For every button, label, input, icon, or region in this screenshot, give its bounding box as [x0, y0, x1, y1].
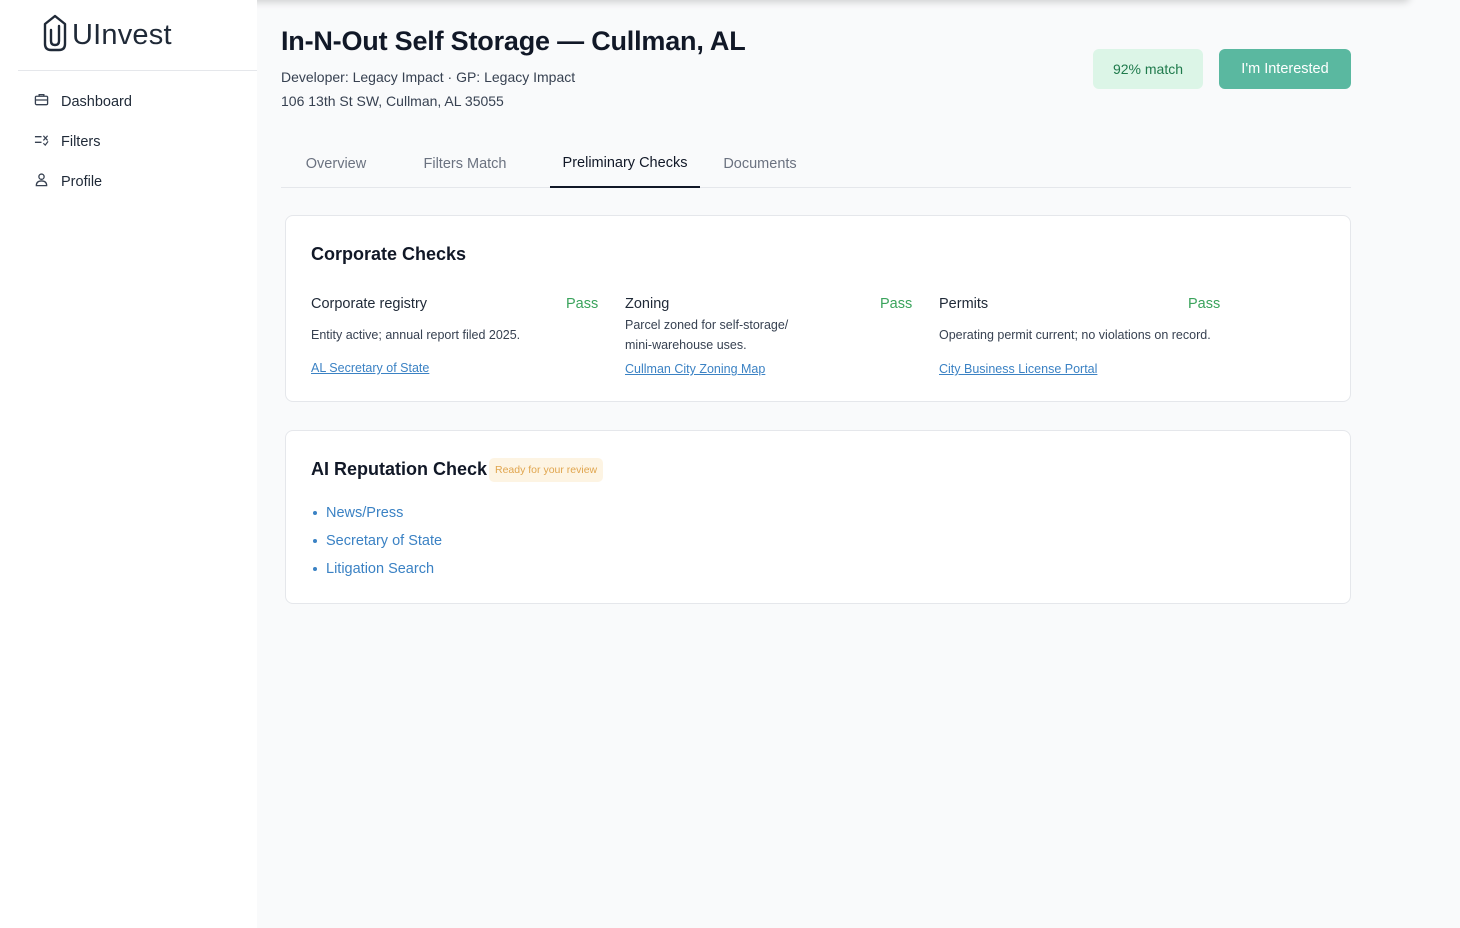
developer-info: Developer: Legacy Impact · GP: Legacy Im…: [281, 69, 576, 85]
logo-icon: [42, 14, 68, 57]
interested-button[interactable]: I'm Interested: [1219, 49, 1351, 89]
bullet-icon: [313, 539, 317, 543]
brand-logo[interactable]: UInvest: [42, 14, 172, 57]
check-name: Permits: [939, 296, 989, 312]
tab-preliminary-checks[interactable]: Preliminary Checks: [550, 140, 700, 188]
bullet-icon: [313, 567, 317, 571]
sidebar-item-label: Dashboard: [61, 94, 132, 110]
filter-check-icon: [34, 132, 61, 152]
divider: [18, 70, 257, 71]
list-item-litigation-search[interactable]: Litigation Search: [313, 555, 442, 583]
status-pass: Pass: [880, 296, 913, 312]
link-zoning-map[interactable]: Cullman City Zoning Map: [625, 362, 765, 376]
check-description: Entity active; annual report filed 2025.: [311, 328, 521, 342]
card-title: Corporate Checks: [311, 244, 467, 264]
tab-bar: Overview Filters Match Preliminary Check…: [281, 140, 1351, 188]
check-description: Parcel zoned for self-storage/ mini-ware…: [625, 318, 789, 352]
corporate-checks-card: Corporate Checks Corporate registry Pass…: [285, 215, 1351, 402]
briefcase-icon: [34, 92, 61, 112]
ai-reputation-card: AI Reputation Check Ready for your revie…: [285, 430, 1351, 604]
check-description: Operating permit current; no violations …: [939, 328, 1211, 342]
check-name: Zoning: [625, 296, 670, 312]
list-item-label: News/Press: [326, 505, 404, 521]
link-al-secretary-of-state[interactable]: AL Secretary of State: [311, 361, 429, 375]
link-business-license-portal[interactable]: City Business License Portal: [939, 362, 1097, 376]
card-title: AI Reputation Check: [311, 459, 488, 479]
bullet-icon: [313, 511, 317, 515]
sidebar-item-filters[interactable]: Filters: [18, 126, 248, 158]
tab-filters-match[interactable]: Filters Match: [405, 140, 525, 188]
status-pass: Pass: [566, 296, 599, 312]
list-item-secretary-of-state[interactable]: Secretary of State: [313, 527, 442, 555]
list-item-label: Secretary of State: [326, 533, 443, 549]
status-badge: Ready for your review: [489, 458, 604, 482]
list-item-label: Litigation Search: [326, 561, 435, 577]
sidebar-item-dashboard[interactable]: Dashboard: [18, 86, 248, 118]
sidebar-nav: Dashboard Filters Profile: [18, 86, 248, 206]
match-badge: 92% match: [1093, 49, 1203, 89]
brand-name: UInvest: [72, 19, 172, 51]
sidebar-item-label: Filters: [61, 134, 101, 150]
list-item-news-press[interactable]: News/Press: [313, 499, 442, 527]
user-icon: [34, 172, 61, 192]
check-name: Corporate registry: [311, 296, 428, 312]
status-pass: Pass: [1188, 296, 1221, 312]
sidebar: UInvest Dashboard Filters Profile: [0, 0, 257, 928]
tab-overview[interactable]: Overview: [281, 140, 391, 188]
sidebar-item-label: Profile: [61, 174, 103, 190]
page-title: In-N-Out Self Storage — Cullman, AL: [281, 26, 746, 56]
reputation-list: News/Press Secretary of State Litigation…: [313, 499, 442, 583]
property-address: 106 13th St SW, Cullman, AL 35055: [281, 93, 504, 109]
tab-documents[interactable]: Documents: [711, 140, 809, 188]
sidebar-item-profile[interactable]: Profile: [18, 166, 248, 198]
